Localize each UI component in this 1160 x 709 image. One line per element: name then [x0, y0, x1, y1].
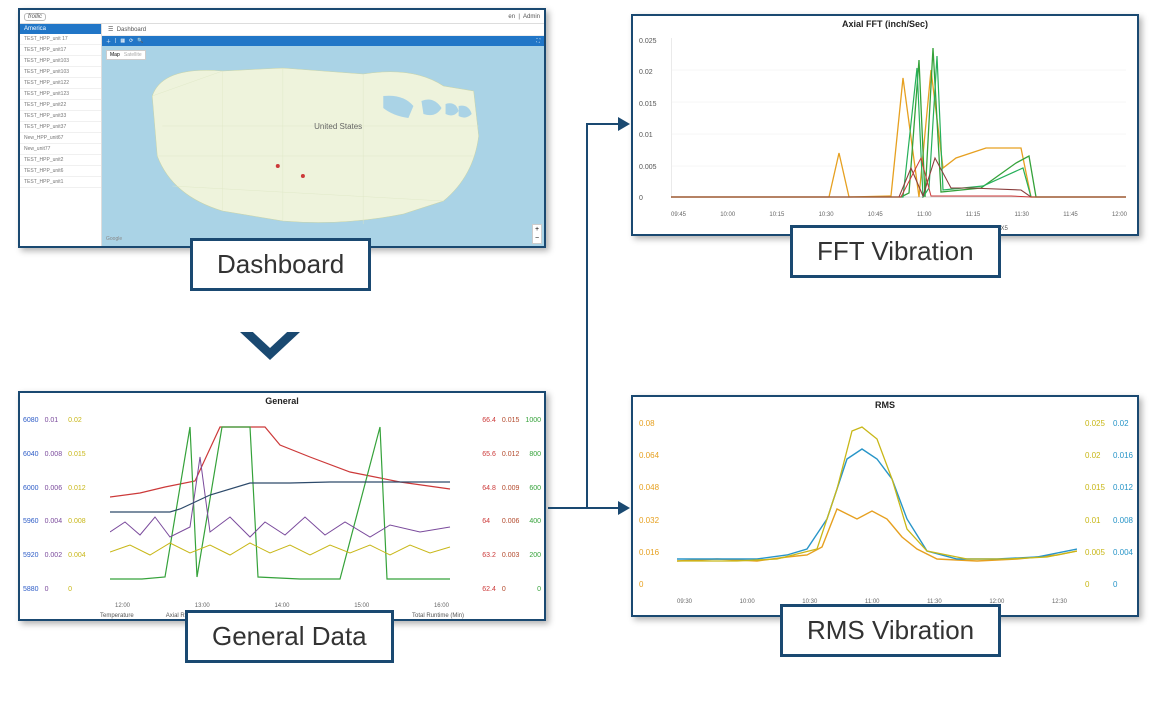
arrow-right-icon — [618, 501, 630, 515]
general-label: General Data — [185, 610, 394, 663]
arrow-connector — [586, 123, 588, 509]
sidebar-item[interactable]: TEST_HPP_unit22 — [20, 100, 101, 111]
x-axis: 09:4510:0010:1510:3010:4511:0011:1511:30… — [671, 212, 1127, 218]
rms-panel: RMS 0.080.0640.0480.0320.0160 0.0250.020… — [631, 395, 1139, 617]
chart-title: RMS — [633, 397, 1137, 413]
refresh-icon[interactable]: ⟳ — [129, 38, 133, 44]
sidebar-item[interactable]: New_unit77 — [20, 144, 101, 155]
sidebar-item[interactable]: TEST_HPP_unit122 — [20, 78, 101, 89]
zoom-icon[interactable]: 🔍 — [137, 38, 143, 44]
chart-icon[interactable]: ▦ — [120, 38, 125, 44]
sidebar-item[interactable]: TEST_HPP_unit 17 — [20, 34, 101, 45]
dashboard-label: Dashboard — [190, 238, 371, 291]
dashboard-breadcrumb: ☰ Dashboard — [102, 24, 544, 36]
sidebar-item[interactable]: TEST_HPP_unit6 — [20, 166, 101, 177]
plus-icon[interactable]: ＋ — [106, 38, 111, 45]
y-axis-right-group: 0.0250.020.0150.010.0050 0.020.0160.0120… — [1085, 419, 1133, 589]
arrow-right-icon — [618, 117, 630, 131]
fft-label: FFT Vibration — [790, 225, 1001, 278]
sidebar-item[interactable]: TEST_HPP_unit37 — [20, 122, 101, 133]
general-chart-plot — [110, 417, 460, 587]
dashboard-toolbar[interactable]: ＋ | ▦ ⟳ 🔍 ⛶ — [102, 36, 544, 46]
map-type-tabs[interactable]: Map Satellite — [106, 50, 146, 60]
y-axis-left: 0.0250.020.0150.010.0050 — [639, 38, 657, 202]
fft-chart-plot — [671, 38, 1126, 198]
sidebar-item[interactable]: New_HPP_unit67 — [20, 133, 101, 144]
chart-title: Axial FFT (inch/Sec) — [633, 16, 1137, 32]
dashboard-sidebar[interactable]: America TEST_HPP_unit 17 TEST_HPP_unit17… — [20, 24, 102, 246]
sidebar-item[interactable]: TEST_HPP_unit2 — [20, 155, 101, 166]
arrow-down-icon — [240, 332, 300, 360]
dashboard-header: frollic en | Admin — [20, 10, 544, 24]
dashboard-main: ☰ Dashboard ＋ | ▦ ⟳ 🔍 ⛶ — [102, 24, 544, 246]
sidebar-item[interactable]: TEST_HPP_unit33 — [20, 111, 101, 122]
fft-panel: Axial FFT (inch/Sec) 0.0250.020.0150.010… — [631, 14, 1139, 236]
map-zoom-buttons[interactable]: +− — [532, 224, 542, 244]
y-axis-left-group: 608060406000596059205880 0.010.0080.0060… — [23, 417, 86, 593]
dashboard-map[interactable]: Map Satellite United States Google +− — [102, 46, 544, 246]
sidebar-item[interactable]: TEST_HPP_unit103 — [20, 67, 101, 78]
sidebar-item[interactable]: TEST_HPP_unit17 — [20, 45, 101, 56]
rms-chart-plot — [677, 419, 1077, 584]
sidebar-item[interactable]: TEST_HPP_unit1 — [20, 177, 101, 188]
arrow-connector — [548, 507, 588, 509]
chart-title: General — [20, 393, 544, 409]
arrow-connector — [586, 123, 618, 125]
dashboard-panel: frollic en | Admin America TEST_HPP_unit… — [18, 8, 546, 248]
sidebar-item[interactable]: TEST_HPP_unit123 — [20, 89, 101, 100]
sidebar-item-active[interactable]: America — [20, 24, 101, 34]
y-axis-right-group: 66.465.664.86463.262.4 0.0150.0120.0090.… — [482, 417, 541, 593]
arrow-connector — [586, 507, 618, 509]
map-country-label: United States — [314, 122, 362, 131]
y-axis-left: 0.080.0640.0480.0320.0160 — [639, 419, 659, 589]
rms-label: RMS Vibration — [780, 604, 1001, 657]
sidebar-item[interactable]: TEST_HPP_unit103 — [20, 56, 101, 67]
general-panel: General 608060406000596059205880 0.010.0… — [18, 391, 546, 621]
x-axis: 12:0013:0014:0015:0016:00 — [115, 603, 449, 609]
